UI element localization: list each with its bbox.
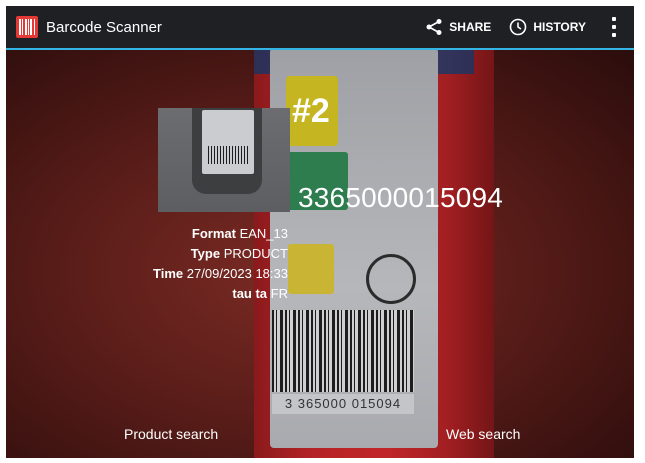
bird-logo-icon bbox=[366, 254, 416, 304]
type-row: Type PRODUCT bbox=[190, 246, 288, 261]
scan-thumbnail bbox=[158, 108, 290, 212]
yellow-sticker: #2 bbox=[286, 76, 338, 146]
yellow-sticker-small bbox=[288, 244, 334, 294]
action-bar: Barcode Scanner SHARE HISTORY bbox=[6, 6, 634, 50]
web-search-button[interactable]: Web search bbox=[446, 426, 520, 442]
barcode-icon bbox=[16, 16, 38, 38]
share-label: SHARE bbox=[449, 20, 492, 34]
share-button[interactable]: SHARE bbox=[425, 18, 491, 36]
device-screen: #2 3 365000 015094 Barcode Scanner SHARE bbox=[6, 6, 634, 458]
scanned-code: 3365000015094 bbox=[298, 182, 504, 213]
metadata-row: tau ta FR bbox=[232, 286, 288, 301]
product-search-button[interactable]: Product search bbox=[124, 426, 218, 442]
history-label: HISTORY bbox=[533, 20, 586, 34]
share-icon bbox=[426, 19, 442, 35]
app-title: Barcode Scanner bbox=[46, 18, 162, 36]
overflow-menu-icon[interactable] bbox=[604, 15, 624, 39]
history-button[interactable]: HISTORY bbox=[509, 18, 586, 36]
scan-details: Format EAN_13 Type PRODUCT Time 27/09/20… bbox=[153, 224, 288, 304]
physical-barcode-digits: 3 365000 015094 bbox=[272, 394, 414, 414]
camera-preview: #2 3 365000 015094 bbox=[6, 48, 634, 458]
format-row: Format EAN_13 bbox=[191, 226, 288, 241]
physical-barcode bbox=[272, 310, 414, 392]
clock-icon bbox=[510, 18, 527, 36]
time-row: Time 27/09/2023 18:33 bbox=[153, 266, 288, 281]
